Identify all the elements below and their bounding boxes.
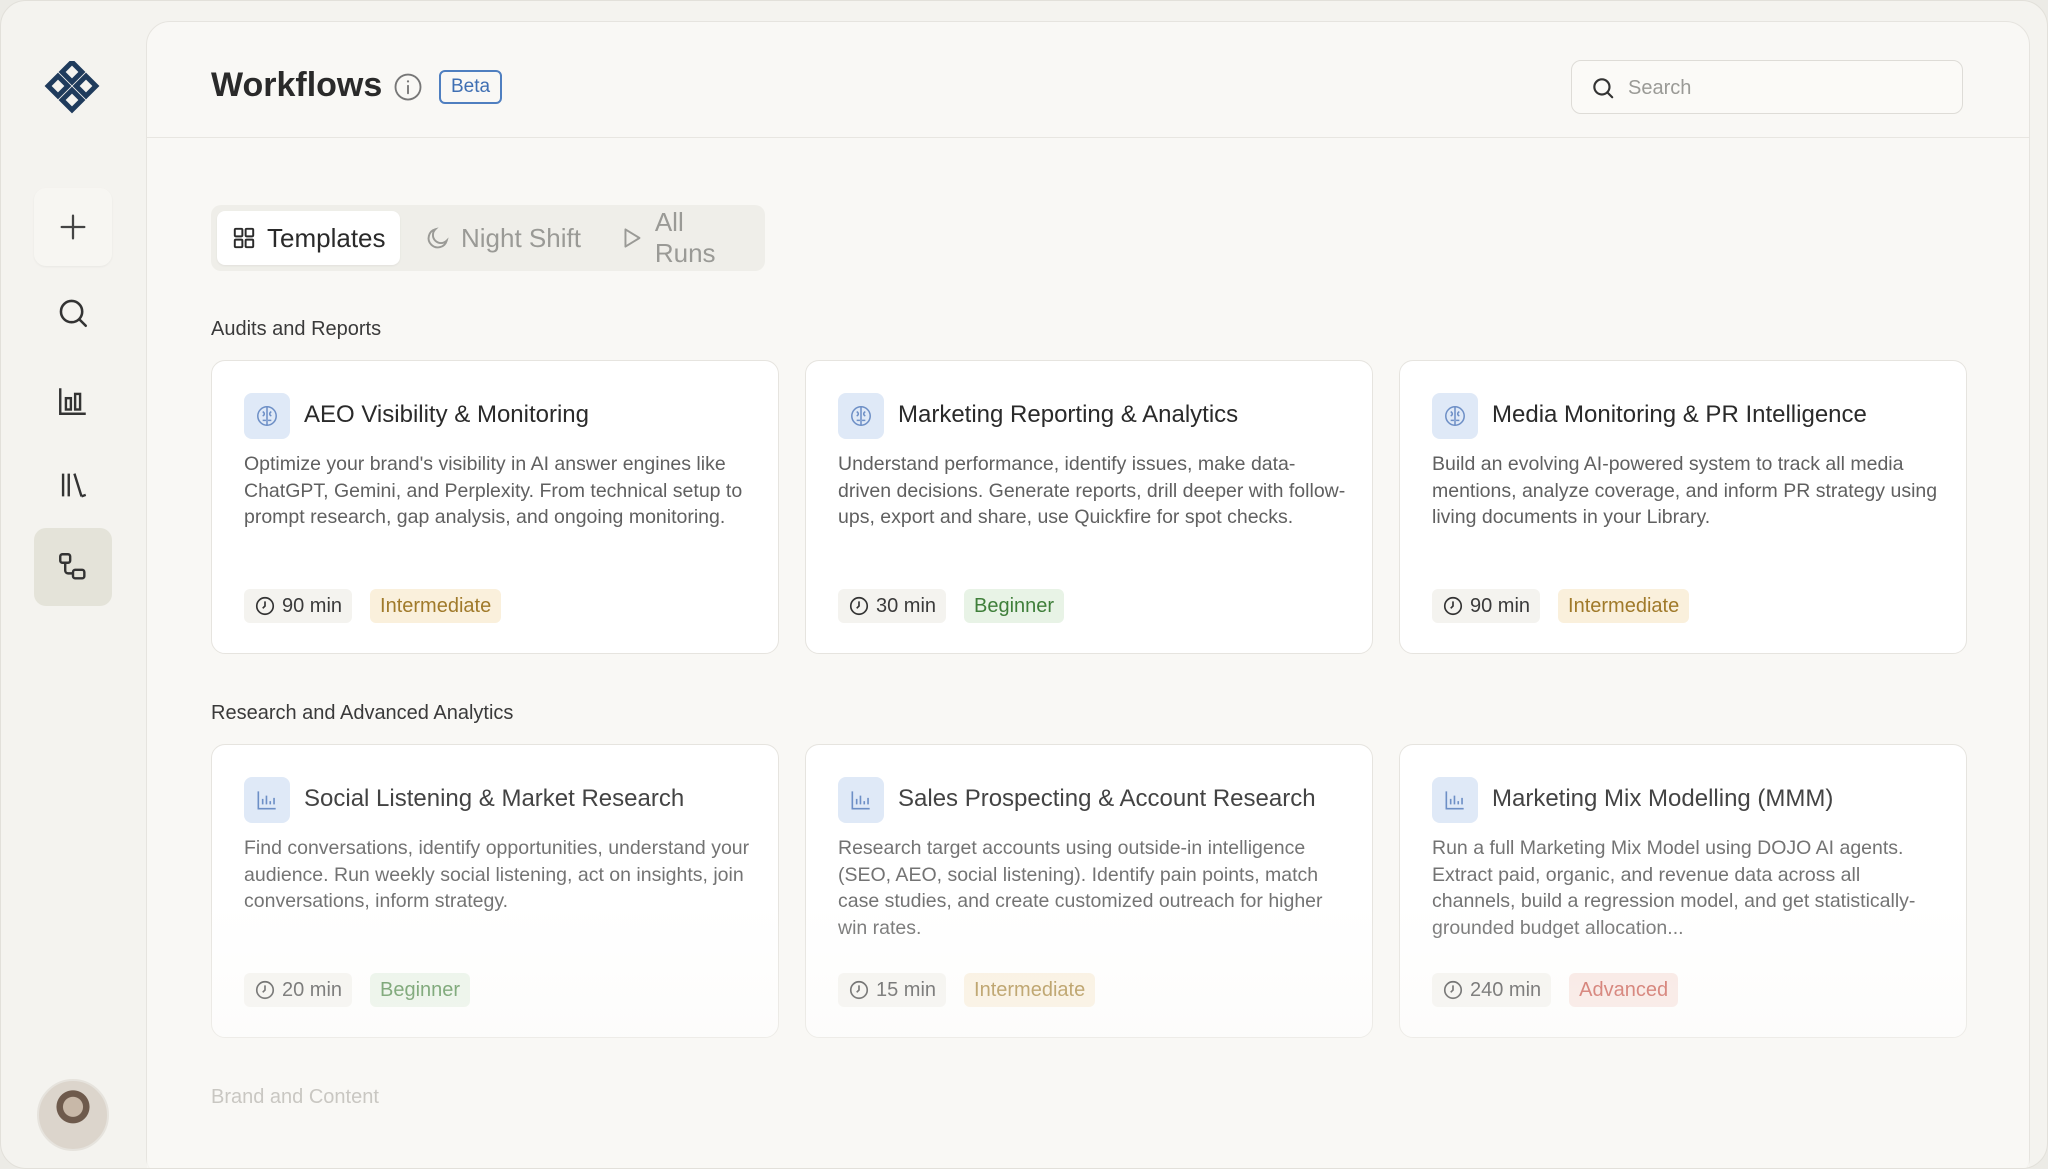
level-badge: Intermediate [1558,589,1690,623]
workflow-card[interactable]: Media Monitoring & PR Intelligence Build… [1399,360,1967,654]
card-description: Build an evolving AI-powered system to t… [1432,453,1938,528]
duration-badge: 20 min [244,973,353,1007]
workflow-card[interactable]: Marketing Reporting & Analytics Understa… [805,360,1373,654]
workflow-card[interactable]: Marketing Mix Modelling (MMM) Run a full… [1399,744,1967,1038]
workflow-icon [59,553,86,580]
search-input[interactable] [1628,71,1948,105]
duration-badge: 90 min [244,589,353,623]
card-description: Find conversations, identify opportuniti… [244,837,750,912]
info-icon[interactable] [393,72,423,102]
clock-icon [1443,980,1463,1000]
tab-label: Night Shift [461,222,581,253]
card-title: Social Listening & Market Research [304,785,685,812]
search-icon [59,299,88,328]
level-badge: Intermediate [964,973,1096,1007]
brain-icon [838,393,884,439]
tab-all-runs[interactable]: All Runs [605,207,765,268]
card-description: Run a full Marketing Mix Model using DOJ… [1432,837,1916,939]
search-field[interactable] [1571,60,1963,114]
moon-icon [427,227,449,249]
workflow-card[interactable]: AEO Visibility & Monitoring Optimize you… [211,360,779,654]
level-badge: Beginner [370,973,471,1007]
brain-icon [244,393,290,439]
workflows-nav-button[interactable] [34,528,112,606]
library-nav-button[interactable] [34,446,112,524]
clock-icon [1443,596,1463,616]
tab-templates[interactable]: Templates [217,211,400,265]
search-icon [1593,78,1614,99]
search-nav-button[interactable] [34,274,112,352]
analytics-nav-button[interactable] [34,362,112,440]
main-panel: Workflows Beta Templates [146,21,2030,1168]
sidebar [1,1,146,1168]
new-button[interactable] [34,188,112,266]
card-description: Optimize your brand's visibility in AI a… [244,453,743,528]
clock-icon [849,596,869,616]
duration-badge: 240 min [1432,973,1552,1007]
page-title: Workflows [211,66,383,104]
card-title: AEO Visibility & Monitoring [304,401,589,428]
card-title: Marketing Reporting & Analytics [898,401,1239,428]
tab-label: Templates [267,222,386,253]
level-badge: Advanced [1569,973,1679,1007]
workflow-tabs: Templates Night Shift All Runs [211,205,765,271]
clock-icon [255,980,275,1000]
workflow-card[interactable]: Sales Prospecting & Account Research Res… [805,744,1373,1038]
section-title: Research and Advanced Analytics [211,702,514,724]
bar-chart-icon [59,388,86,415]
app-window: Workflows Beta Templates [0,0,2048,1169]
tab-night-shift[interactable]: Night Shift [411,211,595,265]
plus-icon [60,214,86,240]
duration-badge: 90 min [1432,589,1541,623]
level-badge: Intermediate [370,589,502,623]
play-icon [624,228,641,248]
tab-label: All Runs [654,207,716,268]
card-description: Understand performance, identify issues,… [838,453,1346,528]
level-badge: Beginner [964,589,1065,623]
workflow-card[interactable]: Social Listening & Market Research Find … [211,744,779,1038]
page-header: Workflows Beta [147,22,2029,138]
chart-icon [1432,777,1478,823]
beta-badge: Beta [439,70,503,104]
section-title: Audits and Reports [211,318,382,340]
avatar[interactable] [37,1079,109,1151]
chart-icon [244,777,290,823]
clock-icon [849,980,869,1000]
section-title: Brand and Content [211,1086,379,1108]
card-title: Marketing Mix Modelling (MMM) [1492,785,1834,812]
card-description: Research target accounts using outside-i… [838,837,1323,939]
card-title: Media Monitoring & PR Intelligence [1492,401,1867,428]
clock-icon [255,596,275,616]
duration-badge: 15 min [838,973,947,1007]
grid-icon [233,227,255,249]
chart-icon [838,777,884,823]
diamond-grid-logo[interactable] [43,58,103,121]
card-title: Sales Prospecting & Account Research [898,785,1316,812]
library-icon [61,473,87,498]
duration-badge: 30 min [838,589,947,623]
brain-icon [1432,393,1478,439]
